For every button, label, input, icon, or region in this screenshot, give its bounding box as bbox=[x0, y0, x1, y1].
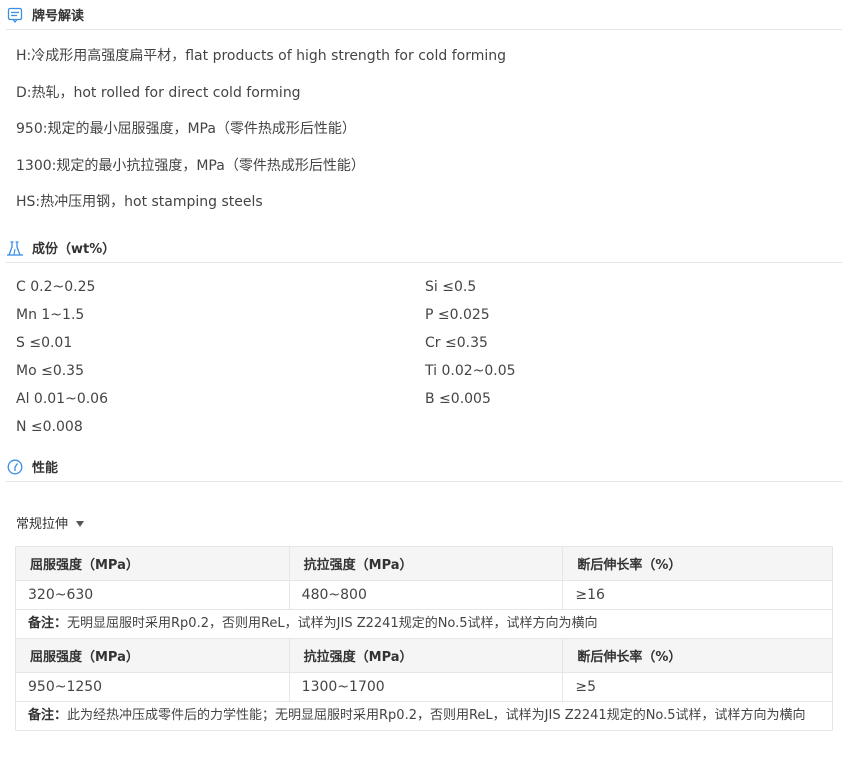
note-text: 无明显屈服时采用Rp0.2，否则用ReL，试样为JIS Z2241规定的No.5… bbox=[67, 616, 598, 631]
column-header: 抗拉强度（MPa） bbox=[288, 546, 564, 581]
properties-table: 屈服强度（MPa） 抗拉强度（MPa） 断后伸长率（%） 320~630 480… bbox=[15, 546, 833, 731]
table-cell: 950~1250 bbox=[15, 672, 290, 702]
caret-down-icon bbox=[76, 520, 85, 527]
composition-item: N ≤0.008 bbox=[16, 419, 83, 435]
composition-item: Si ≤0.5 bbox=[425, 279, 477, 295]
designation-line: HS:热冲压用钢，hot stamping steels bbox=[16, 194, 263, 210]
column-header: 断后伸长率（%） bbox=[562, 546, 833, 581]
note-label: 备注： bbox=[28, 616, 68, 631]
note-label: 备注： bbox=[28, 708, 68, 723]
section-title: 牌号解读 bbox=[32, 9, 85, 24]
designation-section-header: 牌号解读 bbox=[6, 0, 842, 30]
designation-line: H:冷成形用高强度扁平材，flat products of high stren… bbox=[16, 48, 506, 64]
note-cell: 备注：无明显屈服时采用Rp0.2，否则用ReL，试样为JIS Z2241规定的N… bbox=[15, 609, 833, 639]
tab-label: 常规拉伸 bbox=[16, 517, 69, 532]
column-header: 断后伸长率（%） bbox=[562, 638, 833, 673]
composition-item: P ≤0.025 bbox=[425, 307, 490, 323]
composition-item: C 0.2~0.25 bbox=[16, 279, 96, 295]
flask-icon bbox=[6, 239, 24, 257]
table-note-row: 备注：此为经热冲压成零件后的力学性能；无明显屈服时采用Rp0.2，否则用ReL，… bbox=[15, 701, 833, 731]
composition-item: Al 0.01~0.06 bbox=[16, 391, 108, 407]
composition-item: B ≤0.005 bbox=[425, 391, 491, 407]
column-header: 屈服强度（MPa） bbox=[15, 638, 290, 673]
composition-section-header: 成份（wt%） bbox=[6, 233, 842, 263]
table-cell: 480~800 bbox=[288, 580, 564, 610]
column-header: 屈服强度（MPa） bbox=[15, 546, 290, 581]
composition-item: Mo ≤0.35 bbox=[16, 363, 84, 379]
designation-line: D:热轧，hot rolled for direct cold forming bbox=[16, 85, 301, 101]
section-title: 成份（wt%） bbox=[32, 242, 116, 257]
table-cell: ≥16 bbox=[562, 580, 833, 610]
tab-normal-tensile[interactable]: 常规拉伸 bbox=[16, 513, 85, 532]
table-row: 950~1250 1300~1700 ≥5 bbox=[15, 672, 833, 702]
table-cell: 320~630 bbox=[15, 580, 290, 610]
composition-item: S ≤0.01 bbox=[16, 335, 73, 351]
table-header-row: 屈服强度（MPa） 抗拉强度（MPa） 断后伸长率（%） bbox=[15, 638, 833, 673]
composition-item: Cr ≤0.35 bbox=[425, 335, 488, 351]
note-text: 此为经热冲压成零件后的力学性能；无明显屈服时采用Rp0.2，否则用ReL，试样为… bbox=[67, 708, 806, 723]
composition-item: Ti 0.02~0.05 bbox=[425, 363, 516, 379]
note-cell: 备注：此为经热冲压成零件后的力学性能；无明显屈服时采用Rp0.2，否则用ReL，… bbox=[15, 701, 833, 731]
table-row: 320~630 480~800 ≥16 bbox=[15, 580, 833, 610]
designation-line: 1300:规定的最小抗拉强度，MPa（零件热成形后性能） bbox=[16, 158, 365, 174]
section-title: 性能 bbox=[32, 461, 59, 476]
table-note-row: 备注：无明显屈服时采用Rp0.2，否则用ReL，试样为JIS Z2241规定的N… bbox=[15, 609, 833, 639]
table-cell: ≥5 bbox=[562, 672, 833, 702]
table-cell: 1300~1700 bbox=[288, 672, 564, 702]
designation-line: 950:规定的最小屈服强度，MPa（零件热成形后性能） bbox=[16, 121, 356, 137]
composition-item: Mn 1~1.5 bbox=[16, 307, 85, 323]
table-header-row: 屈服强度（MPa） 抗拉强度（MPa） 断后伸长率（%） bbox=[15, 546, 833, 581]
column-header: 抗拉强度（MPa） bbox=[288, 638, 564, 673]
properties-section-header: 性能 bbox=[6, 452, 842, 482]
document-icon bbox=[6, 6, 24, 24]
gauge-icon bbox=[6, 458, 24, 476]
